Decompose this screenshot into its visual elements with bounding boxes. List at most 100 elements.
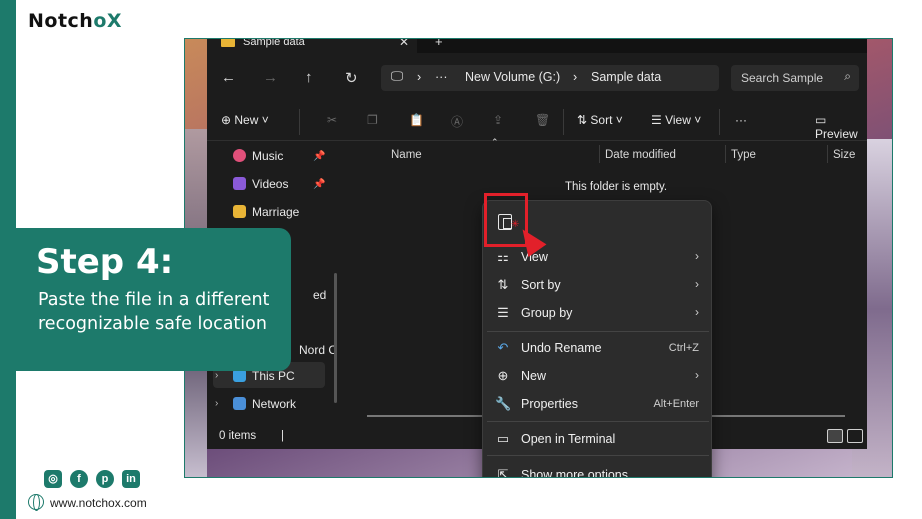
chevron-right-icon: ›	[695, 368, 699, 382]
preview-button[interactable]: ▭ Preview	[815, 113, 867, 141]
network-icon	[233, 397, 246, 410]
view-icon: ⚏	[497, 249, 509, 264]
sidebar-item-this-pc[interactable]: This PC	[233, 369, 295, 383]
menu-divider	[487, 455, 709, 456]
menu-item-new[interactable]: ⊕ New ›	[483, 364, 713, 390]
music-icon	[233, 149, 246, 162]
menu-item-view[interactable]: ⚏ View ›	[483, 245, 713, 271]
click-sparkle-icon: ✳	[511, 219, 520, 230]
globe-icon	[28, 494, 44, 511]
step-description: Paste the file in a different recognizab…	[38, 290, 270, 334]
facebook-icon[interactable]: f	[70, 470, 88, 488]
step-title: Step 4:	[36, 242, 174, 282]
tiles-view-icon[interactable]	[847, 429, 863, 443]
chevron-right-icon[interactable]: ›	[215, 370, 218, 381]
sort-button[interactable]: ⇅ Sort ˅	[577, 113, 623, 127]
videos-icon	[233, 177, 246, 190]
paste-icon[interactable]: 📋	[409, 113, 424, 127]
more-options-icon: ⇱	[497, 467, 509, 478]
new-button[interactable]: ⊕ New ˅	[221, 113, 269, 127]
forward-icon[interactable]: →	[263, 69, 278, 86]
column-header-date-modified[interactable]: Date modified	[605, 149, 676, 161]
new-tab-icon[interactable]: +	[435, 39, 443, 49]
pin-icon: 📌	[313, 179, 326, 190]
cut-icon[interactable]: ✂	[327, 113, 337, 127]
pin-icon: 📌	[313, 151, 326, 162]
menu-item-undo-rename[interactable]: ↶ Undo Rename Ctrl+Z	[483, 336, 713, 362]
menu-item-open-in-terminal[interactable]: ▭ Open in Terminal	[483, 427, 713, 453]
rename-icon[interactable]: Ⓐ	[451, 113, 463, 130]
empty-folder-message: This folder is empty.	[565, 181, 668, 193]
chevron-right-icon: ›	[695, 277, 699, 291]
menu-item-properties[interactable]: 🔧 Properties Alt+Enter	[483, 392, 713, 418]
sidebar-item-music[interactable]: Music	[233, 149, 283, 163]
folder-icon	[233, 205, 246, 218]
close-icon[interactable]: ✕	[399, 39, 409, 49]
share-icon[interactable]: ⇪	[493, 113, 503, 127]
instagram-icon[interactable]: ◎	[44, 470, 62, 488]
chevron-right-icon: ›	[417, 70, 422, 84]
copy-icon[interactable]: ❐	[367, 113, 378, 127]
breadcrumb-new-volume[interactable]: New Volume (G:)	[465, 70, 560, 84]
details-view-icon[interactable]	[827, 429, 843, 443]
properties-icon: 🔧	[495, 396, 512, 411]
step-callout: Step 4: Paste the file in a different re…	[16, 228, 291, 371]
toolbar-divider	[299, 109, 300, 135]
sidebar-item-network[interactable]: Network	[233, 397, 296, 411]
tab-sample-data[interactable]: Sample data ✕	[207, 39, 417, 53]
column-header-type[interactable]: Type	[731, 149, 756, 161]
sidebar-item-partial[interactable]: ed	[313, 288, 326, 302]
more-options-button[interactable]: ···	[735, 113, 747, 127]
toolbar-divider	[719, 109, 720, 135]
pinterest-icon[interactable]: p	[96, 470, 114, 488]
group-icon: ☰	[497, 305, 509, 320]
menu-item-show-more-options[interactable]: ⇱ Show more options	[483, 463, 713, 478]
sort-icon: ⇅	[497, 277, 509, 292]
search-input[interactable]: Search Sample ⌕	[731, 65, 859, 91]
sidebar-item-nord[interactable]: Nord C	[299, 343, 337, 357]
chevron-right-icon: ›	[695, 249, 699, 263]
linkedin-icon[interactable]: in	[122, 470, 140, 488]
undo-icon: ↶	[497, 340, 509, 355]
status-divider: |	[281, 430, 284, 442]
breadcrumb-sample-data[interactable]: Sample data	[591, 70, 661, 84]
back-icon[interactable]: ←	[221, 69, 236, 86]
menu-item-sort-by[interactable]: ⇅ Sort by ›	[483, 273, 713, 299]
delete-icon[interactable]: 🗑	[535, 113, 550, 127]
file-explorer-window: Sample data ✕ + ← → ↑ ↻ 🖵 › ··· New Volu…	[207, 39, 867, 477]
brand-logo: NotchoX	[28, 10, 123, 32]
item-count: 0 items	[219, 430, 257, 442]
new-icon: ⊕	[497, 368, 509, 383]
menu-divider	[487, 421, 709, 422]
address-bar-row: ← → ↑ ↻ 🖵 › ··· New Volume (G:) › Sample…	[207, 59, 867, 99]
menu-divider	[487, 331, 709, 332]
sidebar-item-marriage[interactable]: Marriage	[233, 205, 299, 219]
chevron-right-icon: ›	[573, 70, 578, 84]
view-button[interactable]: ☰ View ˅	[651, 113, 701, 127]
up-icon[interactable]: ↑	[305, 69, 313, 86]
search-icon: ⌕	[844, 69, 851, 83]
folder-icon	[221, 39, 235, 47]
pane-scrollbar[interactable]	[334, 273, 337, 403]
command-bar: ⊕ New ˅ ✂ ❐ 📋 Ⓐ ⇪ 🗑 ⇅ Sort ˅ ☰ View ˅ ··…	[207, 103, 867, 141]
terminal-icon: ▭	[496, 431, 510, 446]
left-accent-stripe	[0, 0, 16, 519]
address-bar[interactable]: 🖵 › ··· New Volume (G:) › Sample data	[381, 65, 719, 91]
refresh-icon[interactable]: ↻	[345, 69, 358, 87]
column-header-size[interactable]: Size	[833, 149, 855, 161]
monitor-icon: 🖵	[391, 69, 404, 83]
column-divider	[725, 145, 726, 163]
breadcrumb-more[interactable]: ···	[435, 70, 448, 84]
column-divider	[599, 145, 600, 163]
chevron-right-icon[interactable]: ›	[215, 398, 218, 409]
website-link[interactable]: www.notchox.com	[50, 496, 147, 510]
search-placeholder: Search Sample	[741, 71, 824, 85]
sort-caret-icon: ⌃	[491, 137, 499, 147]
sidebar-item-videos[interactable]: Videos	[233, 177, 288, 191]
menu-item-group-by[interactable]: ☰ Group by ›	[483, 301, 713, 327]
tab-title: Sample data	[243, 38, 305, 48]
column-header-name[interactable]: Name	[391, 149, 422, 161]
column-divider	[827, 145, 828, 163]
chevron-right-icon: ›	[695, 305, 699, 319]
toolbar-divider	[563, 109, 564, 135]
